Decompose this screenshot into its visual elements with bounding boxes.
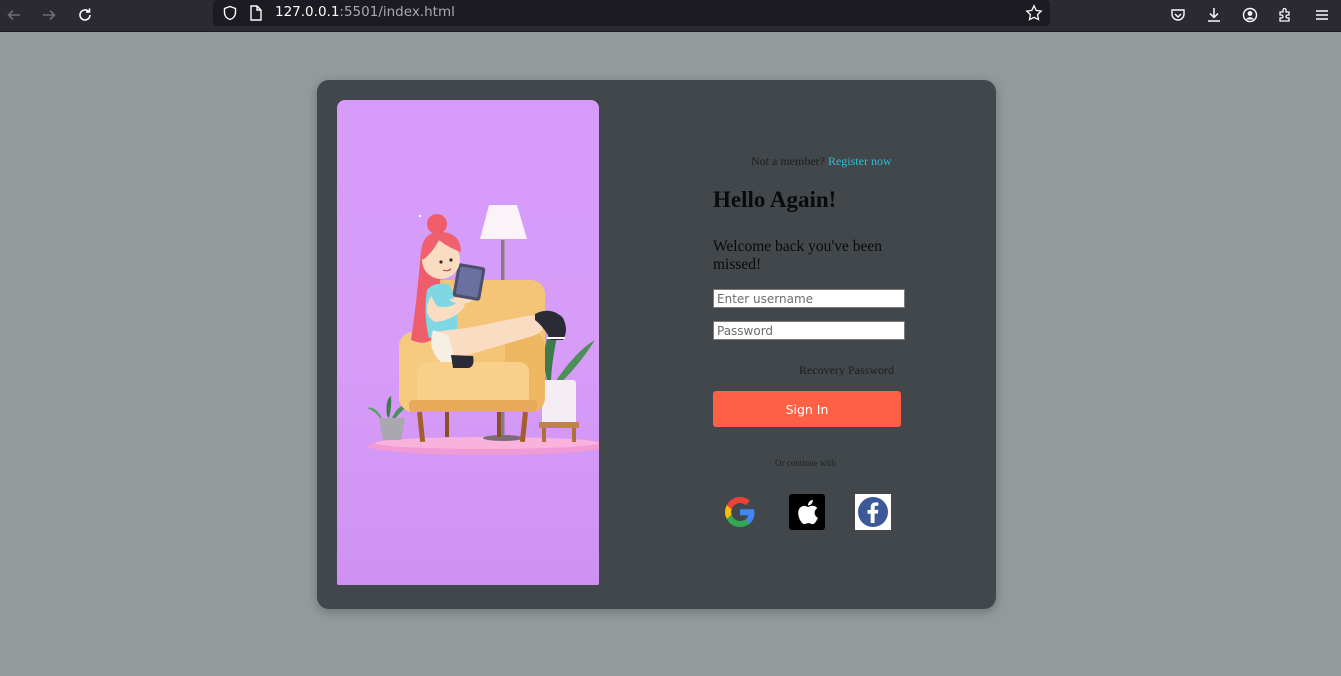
page-icon[interactable] bbox=[244, 1, 268, 25]
address-bar[interactable]: 127.0.0.1:5501/index.html bbox=[213, 0, 1050, 26]
apple-icon[interactable] bbox=[789, 494, 825, 530]
recovery-password-link[interactable]: Recovery Password bbox=[799, 363, 894, 378]
back-icon[interactable] bbox=[2, 3, 26, 27]
forward-icon[interactable] bbox=[37, 3, 61, 27]
username-input[interactable] bbox=[713, 289, 905, 308]
login-form: Not a member? Register now Hello Again! … bbox=[713, 80, 913, 609]
menu-icon[interactable] bbox=[1310, 3, 1334, 27]
hero-illustration bbox=[337, 100, 599, 585]
register-prompt: Not a member? bbox=[751, 154, 825, 168]
login-card: Not a member? Register now Hello Again! … bbox=[317, 80, 996, 609]
reload-icon[interactable] bbox=[73, 3, 97, 27]
google-icon[interactable] bbox=[722, 494, 758, 530]
browser-toolbar: 127.0.0.1:5501/index.html bbox=[0, 0, 1341, 32]
register-link[interactable]: Register now bbox=[828, 154, 892, 168]
pocket-icon[interactable] bbox=[1166, 3, 1190, 27]
sign-in-button[interactable]: Sign In bbox=[713, 391, 901, 427]
shield-icon[interactable] bbox=[218, 1, 242, 25]
url-text[interactable]: 127.0.0.1:5501/index.html bbox=[275, 4, 455, 20]
account-icon[interactable] bbox=[1238, 3, 1262, 27]
register-row: Not a member? Register now bbox=[751, 154, 911, 169]
page-title: Hello Again! bbox=[713, 187, 837, 212]
page-subtitle: Welcome back you've been missed! bbox=[713, 238, 882, 273]
password-input[interactable] bbox=[713, 321, 905, 340]
facebook-icon[interactable] bbox=[855, 494, 891, 530]
bookmark-star-icon[interactable] bbox=[1022, 1, 1046, 25]
download-icon[interactable] bbox=[1202, 3, 1226, 27]
extensions-icon[interactable] bbox=[1274, 3, 1298, 27]
continue-with-label: Or continue with bbox=[775, 458, 836, 468]
